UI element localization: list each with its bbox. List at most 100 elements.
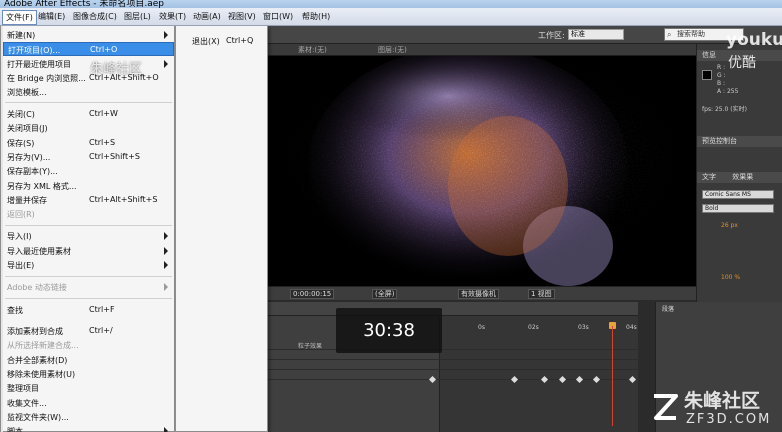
character-tab[interactable]: 文字	[702, 173, 716, 181]
menu-layer[interactable]: 图层(L)	[124, 11, 151, 22]
info-r: R :	[717, 64, 726, 71]
menu-item-label: 收集文件...	[7, 399, 47, 408]
brand-logo-icon	[654, 394, 678, 420]
camera-select[interactable]: 有效摄像机	[458, 289, 499, 299]
viewer-tabs: 素材:(无) 图层:(无)	[268, 44, 696, 56]
views-select[interactable]: 1 视图	[528, 289, 555, 299]
menu-item-collect-files[interactable]: 收集文件...	[3, 396, 174, 410]
menu-item-label: 打开最近使用项目	[7, 60, 71, 69]
menu-item-remove-unused[interactable]: 移除未使用素材(U)	[3, 367, 174, 381]
submenu-arrow-icon	[164, 427, 168, 432]
brand-url: ZF3D.COM	[686, 412, 772, 427]
menu-file[interactable]: 文件(F)	[2, 10, 37, 25]
menu-item-save-xml[interactable]: 另存为 XML 格式...	[3, 179, 174, 193]
menu-item-save-as[interactable]: 另存为(V)... Ctrl+Shift+S	[3, 150, 174, 164]
menu-item-add-to-comp[interactable]: 添加素材到合成 Ctrl+/	[3, 324, 174, 338]
font-style-select[interactable]: Bold	[702, 204, 774, 213]
scale-value[interactable]: 100 %	[721, 274, 740, 281]
timeline-layer-row[interactable]: 粒子效果	[268, 340, 638, 350]
font-family-select[interactable]: Comic Sans MS	[702, 190, 774, 199]
menu-separator	[5, 102, 172, 103]
menu-item-label: 查找	[7, 306, 23, 315]
menu-animation[interactable]: 动画(A)	[193, 11, 221, 22]
menu-item-browse-bridge[interactable]: 在 Bridge 内浏览照... Ctrl+Alt+Shift+O	[3, 71, 174, 85]
menu-item-label: 新建(N)	[7, 31, 36, 40]
menu-item-close-project[interactable]: 关闭项目(J)	[3, 121, 174, 135]
menu-item-label: 脚本	[7, 427, 23, 432]
menu-effect[interactable]: 效果(T)	[159, 11, 186, 22]
menu-item-increment-save[interactable]: 增量并保存 Ctrl+Alt+Shift+S	[3, 193, 174, 207]
font-size-value[interactable]: 26 px	[721, 222, 738, 229]
menu-item-label: 监视文件夹(W)...	[7, 413, 69, 422]
menu-item-save-copy[interactable]: 保存副本(Y)...	[3, 164, 174, 178]
menu-item-label: 增量并保存	[7, 196, 47, 205]
video-time-overlay: 30:38	[336, 308, 442, 353]
menu-separator	[5, 276, 172, 277]
menu-item-label: 退出(X)	[192, 37, 220, 46]
menu-item-label: 移除未使用素材(U)	[7, 370, 76, 379]
menu-view[interactable]: 视图(V)	[228, 11, 256, 22]
fps-readout: fps: 25.0 (实时)	[702, 106, 747, 113]
workspace-label: 工作区:	[538, 31, 565, 40]
workspace-select[interactable]: 标准	[568, 29, 624, 40]
menu-help[interactable]: 帮助(H)	[302, 11, 330, 22]
playhead-line	[612, 326, 613, 426]
brand-watermark: 朱峰社区 ZF3D.COM	[650, 386, 780, 430]
menu-item-new-comp-selection: 从所选择新建合成...	[3, 338, 174, 352]
resolution-select[interactable]: (全屏)	[372, 289, 398, 299]
ruler-label: 03s	[578, 324, 589, 331]
menu-item-dynamic-link: Adobe 动态链接	[3, 280, 174, 294]
menu-item-export[interactable]: 导出(E)	[3, 258, 174, 272]
menu-item-find[interactable]: 查找 Ctrl+F	[3, 303, 174, 317]
menu-window[interactable]: 窗口(W)	[263, 11, 293, 22]
menu-item-import[interactable]: 导入(I)	[3, 229, 174, 243]
menu-item-reduce-project[interactable]: 整理项目	[3, 381, 174, 395]
preview-panel-title[interactable]: 预览控制台	[697, 136, 782, 147]
composition-viewer[interactable]	[268, 56, 696, 286]
menu-item-revert: 返回(R)	[3, 207, 174, 221]
menu-item-open-project[interactable]: 打开项目(O)... Ctrl+O	[3, 42, 174, 56]
menu-item-label: 保存(S)	[7, 139, 35, 148]
menu-item-label: 从所选择新建合成...	[7, 341, 79, 350]
menu-item-consolidate[interactable]: 合并全部素材(D)	[3, 353, 174, 367]
menu-item-scripts[interactable]: 脚本	[3, 424, 174, 432]
timecode-display[interactable]: 0:00:00:15	[290, 289, 335, 299]
menu-item-close[interactable]: 关闭(C) Ctrl+W	[3, 107, 174, 121]
tab-layer[interactable]: 图层:(无)	[378, 45, 407, 55]
timeline-layer-row[interactable]	[268, 360, 638, 370]
ruler-label: 04s	[626, 324, 637, 331]
menu-item-save[interactable]: 保存(S) Ctrl+S	[3, 136, 174, 150]
menu-composition[interactable]: 图像合成(C)	[73, 11, 117, 22]
paragraph-panel-title[interactable]: 段落	[662, 304, 674, 313]
window-title: Adobe After Effects - 未命名项目.aep	[4, 0, 164, 8]
menu-item-label: 保存副本(Y)...	[7, 167, 58, 176]
menu-separator	[5, 298, 172, 299]
menu-item-watch-folder[interactable]: 监视文件夹(W)...	[3, 410, 174, 424]
menu-separator	[5, 225, 172, 226]
menu-item-browse-templates[interactable]: 浏览模板...	[3, 85, 174, 99]
timeline-layer-row[interactable]	[268, 350, 638, 360]
watermark-youku-sub: 优酷	[728, 55, 756, 71]
search-placeholder: 搜索帮助	[677, 30, 705, 38]
info-b: B :	[717, 80, 726, 87]
brand-name: 朱峰社区	[684, 390, 761, 412]
menu-item-label: 打开项目(O)...	[8, 46, 61, 55]
submenu-arrow-icon	[164, 283, 168, 291]
menu-item-shortcut: Ctrl+Alt+Shift+S	[89, 195, 158, 204]
menu-item-import-recent[interactable]: 导入最近使用素材	[3, 244, 174, 258]
menu-item-shortcut: Ctrl+/	[89, 326, 113, 335]
menu-item-label: 导入(I)	[7, 232, 32, 241]
character-panel-title[interactable]: 文字 效果果	[697, 172, 782, 183]
menu-item-open-recent[interactable]: 打开最近使用项目	[3, 57, 174, 71]
menu-edit[interactable]: 编辑(E)	[38, 11, 65, 22]
effects-tab[interactable]: 效果果	[732, 173, 753, 181]
menu-item-shortcut: Ctrl+S	[89, 138, 116, 147]
menu-item-new[interactable]: 新建(N)	[3, 28, 174, 42]
tab-footage[interactable]: 素材:(无)	[298, 45, 327, 55]
ruler-label: 0s	[478, 324, 485, 331]
menu-item-label: 返回(R)	[7, 210, 35, 219]
menu-item-shortcut: Ctrl+Shift+S	[89, 152, 140, 161]
ruler-label: 02s	[528, 324, 539, 331]
menu-item-exit[interactable]: 退出(X) Ctrl+Q	[178, 26, 267, 58]
submenu-arrow-icon	[164, 232, 168, 240]
